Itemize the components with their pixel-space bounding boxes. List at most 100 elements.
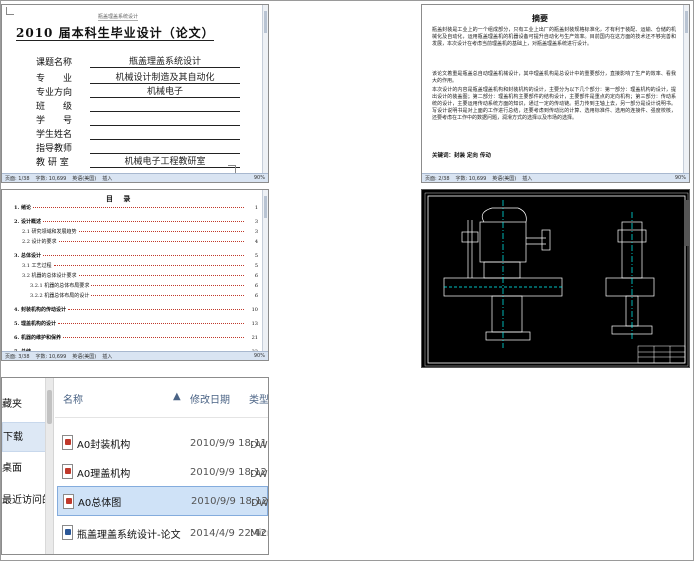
cover-field-row: 教 研 室 机械电子工程教研室 (36, 155, 240, 168)
cover-field-row: 学生姓名 (36, 127, 240, 140)
toc-entry[interactable]: 3. 总体设计 5 (14, 252, 258, 260)
toc-entry[interactable]: 1. 绪论 1 (14, 204, 258, 212)
toc-entry[interactable]: 5. 理盖机构的设计 13 (14, 320, 258, 328)
toc-entry-text: 6. 机器的维护和保养 (14, 335, 61, 341)
nav-scrollbar[interactable] (45, 378, 53, 554)
toc-leader-dots (62, 336, 244, 338)
toc-entry[interactable]: 2. 设计概述 3 (14, 218, 258, 226)
toc-entry[interactable]: 3.2.2 机器总体布局的设计 6 (30, 292, 258, 300)
cover-field-value: 瓶盖理盖系统设计 (90, 56, 240, 68)
toc-leader-dots (42, 254, 244, 256)
word-status-bar: 页面: 1/38 字数: 10,699 英语(美国) 插入 90% (2, 173, 268, 182)
toc-page-number: 6 (254, 292, 258, 299)
cover-field-row: 班 级 (36, 99, 240, 112)
cover-field-value: 机械电子 (90, 86, 240, 98)
toc-leader-dots (91, 294, 244, 296)
word-count[interactable]: 字数: 10,699 (36, 353, 67, 360)
language[interactable]: 英语(美国) (492, 175, 516, 182)
cad-drawing (424, 192, 689, 367)
toc-entry[interactable]: 3.2 机器的总体设计要求 6 (22, 272, 258, 280)
abstract-paragraph-3: 本次设计的内容是瓶盖理盖机构和封装机构的设计，主要分为以下几个部分：第一部分：理… (432, 87, 676, 121)
toc-entry[interactable]: 3.2.1 机器的总体布局要求 6 (30, 282, 258, 290)
insert-mode[interactable]: 插入 (102, 175, 112, 182)
toc-entry-text: 3. 总体设计 (14, 253, 41, 259)
cover-field-row: 学 号 (36, 113, 240, 126)
abstract-keywords: 关键词：封装 定向 传动 (432, 153, 491, 159)
page-count[interactable]: 页面: 3/38 (5, 353, 30, 360)
toc-page-number: 3 (254, 228, 258, 235)
vertical-scrollbar[interactable] (262, 5, 268, 173)
toc-entry[interactable]: 2.2 设计的要求 4 (22, 238, 258, 246)
toc-entry-text: 3.2.1 机器的总体布局要求 (30, 283, 90, 289)
toc-page-number: 6 (254, 282, 258, 289)
file-row[interactable]: A0总体图2010/9/9 18:12DWG 文 (57, 486, 268, 516)
toc-page-number: 6 (254, 272, 258, 279)
toc-leader-dots (91, 284, 244, 286)
column-headers: ▲ 名称 修改日期 类型 (55, 378, 268, 418)
scroll-thumb[interactable] (47, 390, 52, 424)
running-header: 瓶盖理盖系统设计 (98, 14, 139, 21)
toc-page-number: 3 (254, 218, 258, 225)
zoom-level[interactable]: 90% (254, 353, 265, 359)
toc-entry-text: 2. 设计概述 (14, 219, 41, 225)
toc-entry-text: 2.2 设计的要求 (22, 239, 57, 245)
scroll-thumb[interactable] (685, 11, 688, 33)
toc-entry[interactable]: 3.1 工艺过程 5 (22, 262, 258, 270)
file-explorer-window: 藏夹下载桌面最近访问的位置 ▲ 名称 修改日期 类型 A0封装机构2010/9/… (1, 377, 269, 555)
sort-up-icon: ▲ (173, 391, 181, 402)
scroll-thumb[interactable] (264, 11, 267, 33)
nav-item[interactable]: 最近访问的位置 (2, 486, 48, 516)
language[interactable]: 英语(美国) (72, 353, 96, 360)
language[interactable]: 英语(美国) (72, 175, 96, 182)
toc-entry[interactable]: 2.1 研究领域和发展趋势 3 (22, 228, 258, 236)
file-row[interactable]: A0理盖机构2010/9/9 18:12DWG 文 (57, 457, 268, 487)
file-row[interactable]: 瓶盖理盖系统设计-论文2014/4/9 22:42Micros (57, 518, 268, 548)
vertical-scrollbar[interactable] (683, 5, 689, 173)
nav-item[interactable]: 桌面 (2, 454, 48, 484)
column-date-modified[interactable]: 修改日期 (190, 391, 230, 406)
toc-entry-text: 3.2.2 机器总体布局的设计 (30, 293, 90, 299)
word-status-bar: 页面: 3/38 字数: 10,699 英语(美国) 插入 90% (2, 351, 268, 360)
toc-leader-dots (57, 322, 244, 324)
column-type[interactable]: 类型 (249, 391, 268, 406)
word-count[interactable]: 字数: 10,699 (36, 175, 67, 182)
insert-mode[interactable]: 插入 (522, 175, 532, 182)
vertical-scrollbar[interactable] (262, 190, 268, 351)
abstract-title: 摘要 (532, 13, 548, 23)
page-corner-mark (228, 165, 236, 173)
cover-field-label: 专业方向 (36, 88, 73, 98)
word-count[interactable]: 字数: 10,699 (456, 175, 487, 182)
toc-page-number: 13 (251, 320, 258, 327)
toc-leader-dots (58, 240, 244, 242)
cover-field-value (90, 128, 240, 140)
file-name: A0理盖机构 (77, 468, 131, 480)
toc-leader-dots (32, 206, 244, 208)
toc-leader-dots (78, 230, 244, 232)
toc-page-number: 10 (251, 306, 258, 313)
cover-field-label: 指导教师 (36, 144, 73, 154)
column-name[interactable]: 名称 (63, 391, 83, 406)
nav-item[interactable]: 下载 (2, 422, 48, 452)
toc-entry-text: 4. 封装机构的传动设计 (14, 307, 66, 313)
front-elevation-view (443, 200, 563, 348)
zoom-level[interactable]: 90% (675, 175, 686, 181)
zoom-level[interactable]: 90% (254, 175, 265, 181)
cad-drawing-view[interactable] (421, 189, 690, 368)
side-elevation-view (605, 212, 655, 340)
cover-field-label: 教 研 室 (36, 158, 69, 168)
toc-entry[interactable]: 6. 机器的维护和保养 21 (14, 334, 258, 342)
page-count[interactable]: 页面: 1/38 (5, 175, 30, 182)
file-row[interactable]: A0封装机构2010/9/9 18:11DWG 文 (57, 428, 268, 458)
cover-field-label: 学 号 (36, 116, 73, 126)
nav-item[interactable]: 藏夹 (2, 390, 48, 420)
page-corner-mark (6, 7, 14, 15)
cover-field-row: 专 业 机械设计制造及其自动化 (36, 71, 240, 84)
word-doc-icon (62, 525, 73, 540)
file-type: DWG 文 (250, 468, 268, 480)
scroll-thumb[interactable] (264, 196, 267, 218)
insert-mode[interactable]: 插入 (102, 353, 112, 360)
toc-entry[interactable]: 4. 封装机构的传动设计 10 (14, 306, 258, 314)
page-count[interactable]: 页面: 2/38 (425, 175, 450, 182)
title-block (637, 345, 686, 364)
cad-scrollbar[interactable] (684, 200, 689, 246)
